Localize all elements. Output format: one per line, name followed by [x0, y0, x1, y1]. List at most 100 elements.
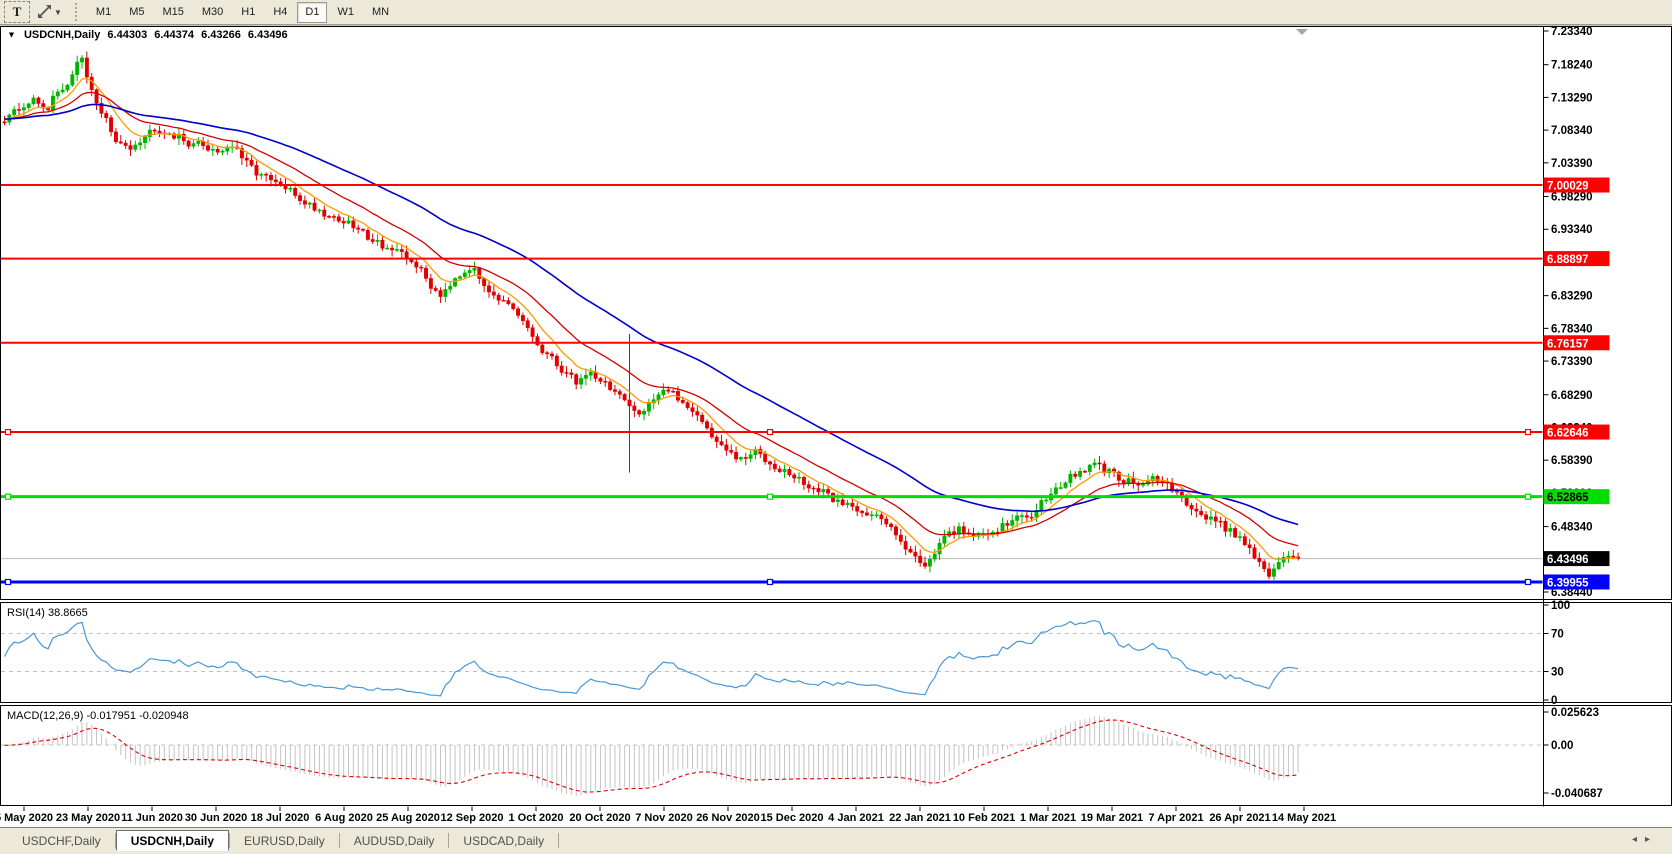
price-axis-tick: 6.78340	[1551, 323, 1593, 335]
price-axis-tick: 6.58390	[1551, 455, 1593, 467]
tab-scroll-left-icon[interactable]: ◂	[1632, 834, 1645, 845]
line-handle[interactable]	[6, 494, 11, 499]
line-handle[interactable]	[6, 579, 11, 584]
timeframe-button-m30[interactable]: M30	[194, 2, 231, 23]
date-axis-tick: 5 May 2020	[0, 812, 53, 824]
date-axis-tick: 30 Jun 2020	[185, 812, 247, 824]
arrange-arrows-button[interactable]: ▼	[34, 1, 65, 23]
price-axis-tick: 7.13290	[1551, 92, 1593, 104]
rsi-axis-tick: 30	[1551, 667, 1564, 679]
price-tag-label: 6.39955	[1547, 577, 1589, 589]
tab-usdcnh[interactable]: USDCNH,Daily	[116, 830, 229, 851]
line-handle[interactable]	[6, 430, 11, 435]
tab-scroll-arrows[interactable]: ◂▸	[1632, 834, 1658, 845]
macd-indicator-label: MACD(12,26,9) -0.017951 -0.020948	[7, 710, 189, 722]
line-handle[interactable]	[1526, 430, 1531, 435]
date-axis-tick: 11 Jun 2020	[121, 812, 183, 824]
price-axis-tick: 7.08340	[1551, 125, 1593, 137]
timeframe-button-m15[interactable]: M15	[154, 2, 191, 23]
timeframe-button-h1[interactable]: H1	[233, 2, 263, 23]
top-toolbar: T ▼ M1M5M15M30H1H4D1W1MN	[0, 0, 1672, 25]
price-chart[interactable]: 7.23340 7.18240 7.13290 7.08340 7.03390 6.982…	[0, 25, 1672, 827]
ohlc-high: 6.44374	[154, 29, 194, 41]
timeframe-button-m1[interactable]: M1	[88, 2, 119, 23]
macd-axis-tick: 0.025623	[1551, 707, 1599, 719]
date-axis-tick: 15 Dec 2020	[761, 812, 824, 824]
price-axis-tick: 6.48340	[1551, 522, 1593, 534]
ohlc-close: 6.43496	[248, 29, 288, 41]
rsi-value: 38.8665	[48, 607, 88, 619]
tab-divider	[558, 833, 559, 848]
tab-audusd[interactable]: AUDUSD,Daily	[340, 830, 449, 851]
timeframe-button-d1[interactable]: D1	[297, 2, 327, 23]
text-tool-button[interactable]: T	[4, 1, 30, 23]
price-axis-tick: 6.93340	[1551, 224, 1593, 236]
timeframe-toolbar: M1M5M15M30H1H4D1W1MN	[87, 0, 398, 25]
macd-name: MACD(12,26,9)	[7, 710, 83, 722]
date-axis-tick: 1 Mar 2021	[1020, 812, 1076, 824]
date-axis-tick: 7 Apr 2021	[1148, 812, 1203, 824]
date-axis-tick: 7 Nov 2020	[635, 812, 692, 824]
date-axis-tick: 20 Oct 2020	[569, 812, 630, 824]
macd-axis-tick: -0.040687	[1551, 788, 1603, 800]
price-tag-label: 6.88897	[1547, 254, 1589, 266]
date-axis-tick: 19 Mar 2021	[1081, 812, 1143, 824]
price-tag-label: 6.43496	[1547, 554, 1589, 566]
timeframe-button-mn[interactable]: MN	[364, 2, 397, 23]
date-axis-tick: 26 Nov 2020	[696, 812, 760, 824]
price-axis-tick: 6.68290	[1551, 390, 1593, 402]
timeframe-button-h4[interactable]: H4	[265, 2, 295, 23]
symbol-title: USDCNH,Daily	[24, 29, 100, 41]
macd-signal-value: -0.020948	[139, 710, 189, 722]
price-axis-tick: 7.18240	[1551, 60, 1593, 72]
price-axis-tick: 7.23340	[1551, 26, 1593, 38]
symbol-tabs: USDCHF,DailyUSDCNH,DailyEURUSD,DailyAUDU…	[8, 830, 559, 851]
date-axis-tick: 1 Oct 2020	[508, 812, 563, 824]
price-axis-tick: 6.98290	[1551, 192, 1593, 204]
chart-title: ▼ USDCNH,Daily 6.44303 6.44374 6.43266 6…	[6, 29, 292, 41]
price-tag-label: 6.62646	[1547, 428, 1589, 440]
rsi-indicator-label: RSI(14) 38.8665	[7, 607, 88, 619]
timeframe-button-w1[interactable]: W1	[329, 2, 362, 23]
ohlc-low: 6.43266	[201, 29, 241, 41]
collapse-triangle-icon[interactable]: ▼	[7, 30, 16, 40]
date-axis-tick: 23 May 2020	[56, 812, 120, 824]
line-handle[interactable]	[768, 579, 773, 584]
date-axis-tick: 26 Apr 2021	[1209, 812, 1270, 824]
rsi-axis-tick: 100	[1551, 600, 1570, 612]
price-tag-label: 6.52865	[1547, 492, 1589, 504]
ohlc-open: 6.44303	[107, 29, 147, 41]
chevron-down-icon: ▼	[54, 8, 62, 17]
price-axis-tick: 6.83290	[1551, 291, 1593, 303]
tab-usdcad[interactable]: USDCAD,Daily	[449, 830, 558, 851]
diagonal-arrows-icon	[37, 5, 52, 19]
macd-main-value: -0.017951	[86, 710, 136, 722]
text-tool-label: T	[13, 4, 22, 20]
date-axis-tick: 25 Aug 2020	[376, 812, 440, 824]
date-axis-tick: 12 Sep 2020	[441, 812, 504, 824]
line-handle[interactable]	[768, 494, 773, 499]
rsi-panel	[1, 603, 1672, 703]
price-axis-tick: 6.73390	[1551, 356, 1593, 368]
trading-platform-window: T ▼ M1M5M15M30H1H4D1W1MN 7.233407.182407…	[0, 0, 1672, 854]
line-handle[interactable]	[1526, 494, 1531, 499]
rsi-axis-tick: 0	[1551, 695, 1557, 707]
toolbar-grip	[75, 3, 81, 21]
date-axis-tick: 18 Jul 2020	[251, 812, 310, 824]
date-axis-tick: 4 Jan 2021	[828, 812, 884, 824]
rsi-name: RSI(14)	[7, 607, 45, 619]
tab-scroll-right-icon[interactable]: ▸	[1645, 834, 1658, 845]
date-axis-tick: 22 Jan 2021	[889, 812, 951, 824]
price-axis-tick: 7.03390	[1551, 158, 1593, 170]
line-handle[interactable]	[768, 430, 773, 435]
rsi-axis-tick: 70	[1551, 629, 1564, 641]
macd-axis-tick: 0.00	[1551, 740, 1573, 752]
price-tag-label: 6.76157	[1547, 338, 1589, 350]
tab-usdchf[interactable]: USDCHF,Daily	[8, 830, 115, 851]
timeframe-button-m5[interactable]: M5	[121, 2, 152, 23]
tab-eurusd[interactable]: EURUSD,Daily	[230, 830, 339, 851]
date-axis-tick: 10 Feb 2021	[953, 812, 1015, 824]
price-tag-label: 7.00029	[1547, 181, 1589, 193]
line-handle[interactable]	[1526, 579, 1531, 584]
date-axis-tick: 6 Aug 2020	[315, 812, 373, 824]
